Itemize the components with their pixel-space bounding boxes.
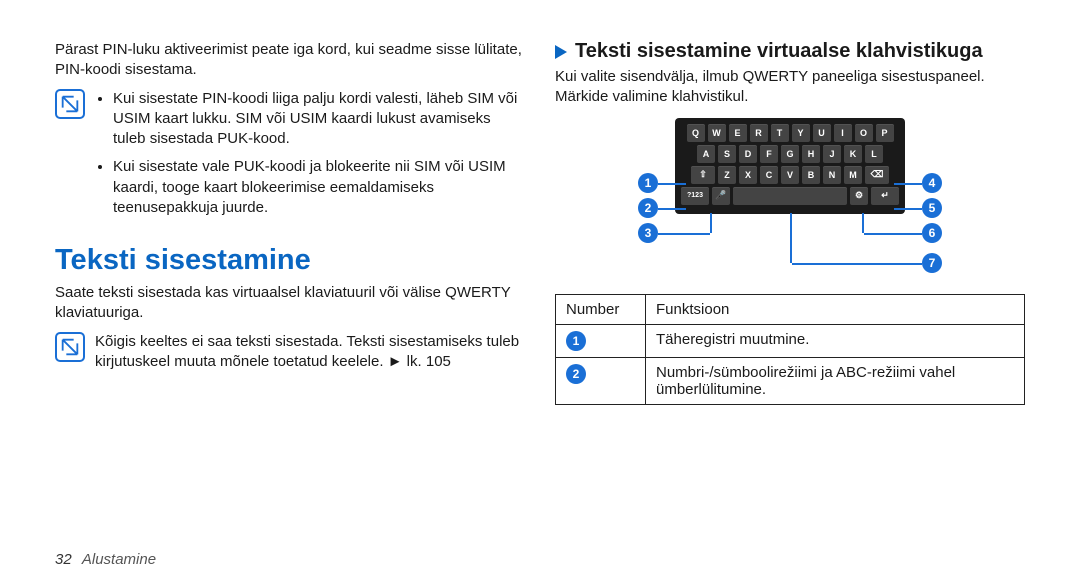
callout-line xyxy=(894,208,922,210)
note-icon xyxy=(55,332,85,362)
key-row-2: A S D F G H J K L xyxy=(681,145,899,163)
th-number: Number xyxy=(556,294,646,324)
note2-text: Kõigis keeltes ei saa teksti sisestada. … xyxy=(95,332,525,373)
section-title: Teksti sisestamine xyxy=(55,244,525,277)
chevron-right-icon xyxy=(555,45,567,59)
gear-key: ⚙ xyxy=(850,187,868,205)
key: G xyxy=(781,145,799,163)
key: V xyxy=(781,166,799,184)
key: E xyxy=(729,124,747,142)
note-box-2: Kõigis keeltes ei saa teksti sisestada. … xyxy=(55,332,525,373)
callout-line xyxy=(658,183,686,185)
callout-circle: 7 xyxy=(922,253,942,273)
row-num-circle: 2 xyxy=(566,364,586,384)
callout-line xyxy=(862,213,864,233)
row-func: Numbri-/sümboolirežiimi ja ABC-režiimi v… xyxy=(646,357,1025,404)
key: A xyxy=(697,145,715,163)
key: F xyxy=(760,145,778,163)
enter-key: ↵ xyxy=(871,187,899,205)
key-row-1: Q W E R T Y U I O P xyxy=(681,124,899,142)
key: P xyxy=(876,124,894,142)
callout-circle: 6 xyxy=(922,223,942,243)
callout-circle: 4 xyxy=(922,173,942,193)
subsection-title-row: Teksti sisestamine virtuaalse klahvistik… xyxy=(555,40,1025,63)
key: R xyxy=(750,124,768,142)
callout-line xyxy=(864,233,922,235)
key: T xyxy=(771,124,789,142)
callout-line xyxy=(790,213,792,263)
page-footer: 32 Alustamine xyxy=(55,551,156,568)
virtual-keyboard: Q W E R T Y U I O P A S D xyxy=(675,118,905,214)
key: X xyxy=(739,166,757,184)
key: W xyxy=(708,124,726,142)
note-box-1: Kui sisestate PIN-koodi liiga palju kord… xyxy=(55,89,525,227)
footer-section: Alustamine xyxy=(82,551,156,568)
note1-item: Kui sisestate vale PUK-koodi ja blokeeri… xyxy=(113,157,525,218)
key-row-3: ⇧ Z X C V B N M ⌫ xyxy=(681,166,899,184)
callout-circle: 1 xyxy=(638,173,658,193)
key: C xyxy=(760,166,778,184)
mic-key: 🎤 xyxy=(712,187,730,205)
row-func: Täheregistri muutmine. xyxy=(646,324,1025,357)
callout-line xyxy=(658,233,710,235)
callout-line xyxy=(658,208,686,210)
callout-line xyxy=(710,213,712,233)
callout-line xyxy=(792,263,922,265)
key: Z xyxy=(718,166,736,184)
row-num-circle: 1 xyxy=(566,331,586,351)
shift-key: ⇧ xyxy=(691,166,715,184)
function-table: Number Funktsioon 1 Täheregistri muutmin… xyxy=(555,294,1025,405)
note1-item: Kui sisestate PIN-koodi liiga palju kord… xyxy=(113,89,525,150)
page-number: 32 xyxy=(55,551,72,568)
key: H xyxy=(802,145,820,163)
note-icon xyxy=(55,89,85,119)
space-key xyxy=(733,187,847,205)
key: B xyxy=(802,166,820,184)
key: I xyxy=(834,124,852,142)
right-column: Teksti sisestamine virtuaalse klahvistik… xyxy=(555,40,1025,405)
key: J xyxy=(823,145,841,163)
table-row: 1 Täheregistri muutmine. xyxy=(556,324,1025,357)
key-row-4: ?123 🎤 ⚙ ↵ xyxy=(681,187,899,205)
key: Q xyxy=(687,124,705,142)
callout-circle: 3 xyxy=(638,223,658,243)
key: K xyxy=(844,145,862,163)
th-function: Funktsioon xyxy=(646,294,1025,324)
section-para: Saate teksti sisestada kas virtuaalsel k… xyxy=(55,283,525,324)
sym-key: ?123 xyxy=(681,187,709,205)
callout-circle: 2 xyxy=(638,198,658,218)
intro-para: Pärast PIN-luku aktiveerimist peate iga … xyxy=(55,40,525,81)
backspace-key: ⌫ xyxy=(865,166,889,184)
sub-para: Kui valite sisendvälja, ilmub QWERTY pan… xyxy=(555,67,1025,108)
left-column: Pärast PIN-luku aktiveerimist peate iga … xyxy=(55,40,525,405)
key: L xyxy=(865,145,883,163)
key: M xyxy=(844,166,862,184)
subsection-title: Teksti sisestamine virtuaalse klahvistik… xyxy=(575,40,983,63)
key: D xyxy=(739,145,757,163)
table-row: 2 Numbri-/sümboolirežiimi ja ABC-režiimi… xyxy=(556,357,1025,404)
key: O xyxy=(855,124,873,142)
key: S xyxy=(718,145,736,163)
keyboard-figure: Q W E R T Y U I O P A S D xyxy=(555,118,1025,278)
callout-circle: 5 xyxy=(922,198,942,218)
callout-line xyxy=(894,183,922,185)
key: Y xyxy=(792,124,810,142)
key: U xyxy=(813,124,831,142)
key: N xyxy=(823,166,841,184)
